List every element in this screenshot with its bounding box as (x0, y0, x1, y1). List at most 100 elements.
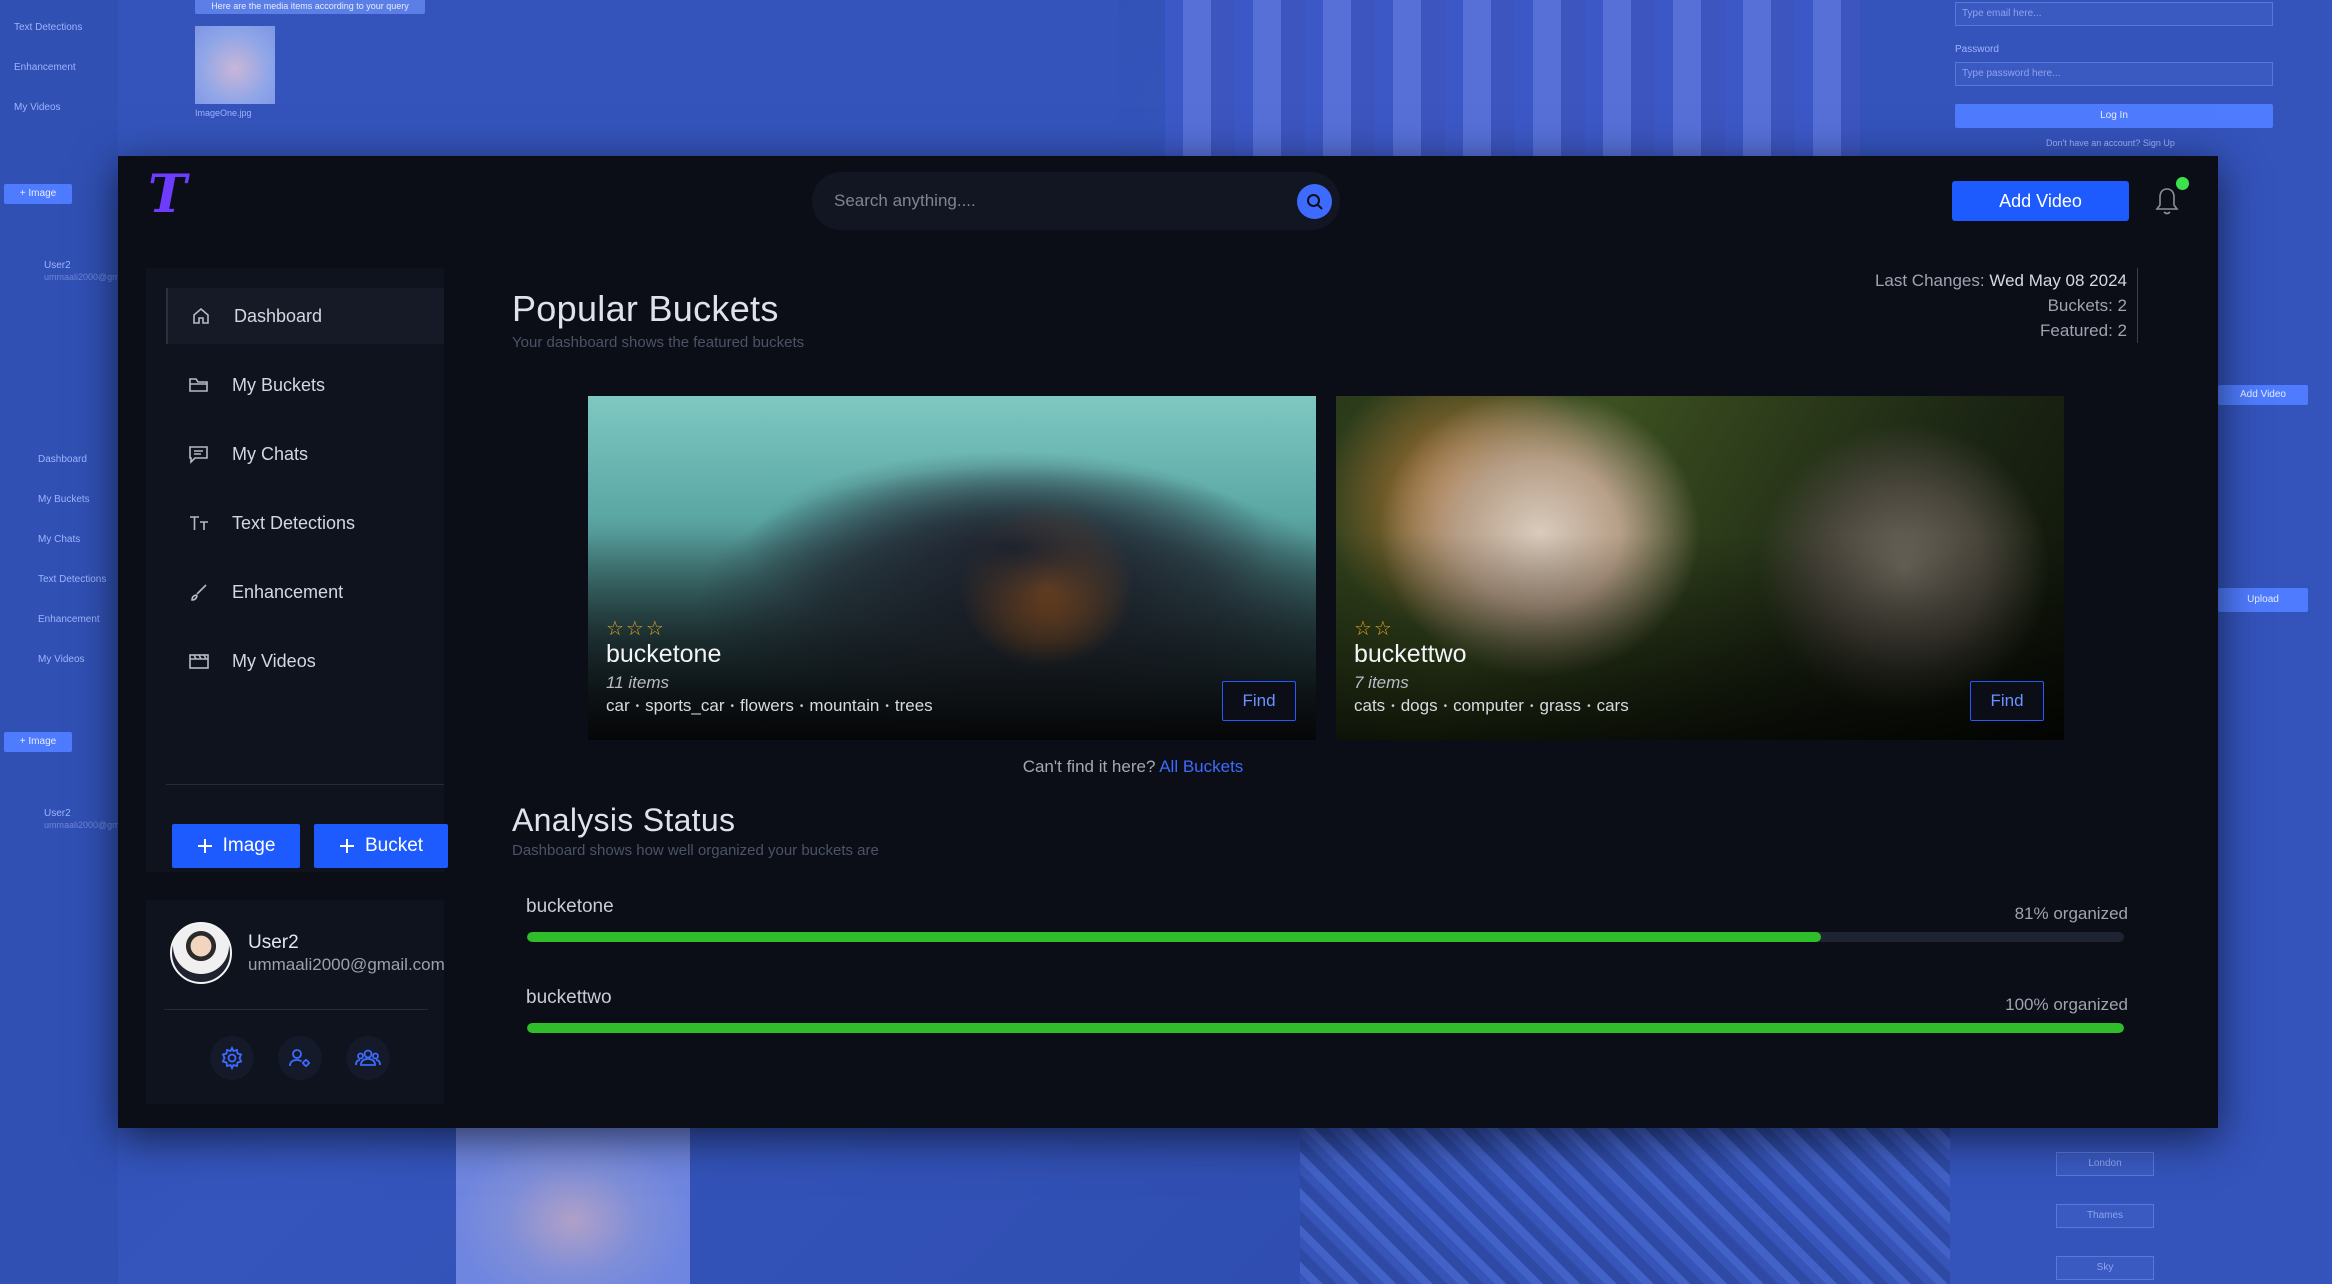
tag: cars (1596, 696, 1629, 715)
video-icon (188, 650, 210, 672)
settings-button[interactable] (210, 1036, 254, 1080)
cant-find-line: Can't find it here? All Buckets (488, 757, 1778, 777)
sidebar-item-my-buckets[interactable]: My Buckets (166, 357, 444, 413)
bg-nav-text: My Videos (14, 102, 61, 113)
sidebar-item-my-videos[interactable]: My Videos (166, 633, 444, 689)
card-shade (1336, 396, 2064, 740)
bucket-meta: Last Changes: Wed May 08 2024 Buckets: 2… (1875, 268, 2138, 343)
avatar[interactable] (170, 922, 232, 984)
progress-bar (527, 1023, 2124, 1033)
notification-dot (2176, 177, 2189, 190)
sidebar-item-label: My Buckets (232, 374, 326, 395)
bucket-card-bucketone[interactable]: ☆☆☆ bucketone 11 items car sports_car fl… (588, 396, 1316, 740)
bg-user-name: User2 (44, 808, 71, 819)
tag: dogs (1401, 696, 1447, 716)
add-bucket-button[interactable]: Bucket (314, 824, 448, 868)
tag: sports_car (645, 696, 734, 716)
bg-signup-prompt: Don't have an account? Sign Up (2046, 138, 2175, 148)
tag: car (606, 696, 639, 716)
bg-thumbnail-caption: ImageOne.jpg (195, 108, 252, 118)
bg-nav-text: My Buckets (38, 494, 90, 505)
bar-percent: 100% organized (2005, 995, 2128, 1014)
last-changes: Last Changes: Wed May 08 2024 (1874, 271, 2127, 290)
bg-image-button: + Image (4, 732, 72, 752)
buckets-count: Buckets: 2 (2047, 296, 2127, 315)
bg-nav-text: Text Detections (38, 574, 107, 585)
popular-subtitle: Your dashboard shows the featured bucket… (512, 334, 805, 351)
bg-tag: Sky (2056, 1256, 2154, 1280)
progress-bar (527, 932, 2124, 942)
chat-icon (188, 443, 210, 465)
add-image-button[interactable]: Image (172, 824, 300, 868)
add-bucket-label: Bucket (364, 835, 424, 856)
tag: flowers (740, 696, 803, 716)
tag: cats (1354, 696, 1395, 716)
find-button[interactable]: Find (1222, 681, 1296, 721)
cant-find-text: Can't find it here? (1022, 757, 1156, 776)
card-item-count: 7 items (1354, 673, 1409, 692)
bg-tag: London (2056, 1152, 2154, 1176)
bg-password-input: Type password here... (1955, 62, 2273, 86)
tag: trees (894, 696, 933, 715)
bg-password-label: Password (1955, 44, 1999, 55)
analysis-title: Analysis Status (512, 802, 736, 838)
sidebar-item-label: My Videos (232, 650, 316, 671)
card-tags: cats dogs computer grass cars (1354, 696, 1629, 716)
bg-email-input: Type email here... (1955, 2, 2273, 26)
card-item-count: 11 items (606, 673, 669, 692)
add-video-button[interactable]: Add Video (1952, 181, 2129, 221)
tag: grass (1539, 696, 1590, 716)
bg-login-button: Log In (1955, 104, 2273, 128)
sidebar-item-my-chats[interactable]: My Chats (166, 426, 444, 482)
star-rating: ☆☆ (1354, 618, 1394, 640)
sidebar-item-label: Text Detections (232, 512, 356, 533)
brush-icon (188, 581, 210, 603)
app-window: T Add Video Dashboard My Buckets My Chat… (118, 156, 2218, 1128)
user-panel: User2 ummaali2000@gmail.com (146, 900, 445, 1104)
user-settings-button[interactable] (278, 1036, 322, 1080)
tag: computer (1453, 696, 1533, 716)
card-title: bucketone (606, 640, 722, 668)
bg-thumbnail (195, 26, 275, 104)
sidebar-item-text-detections[interactable]: Text Detections (166, 495, 444, 551)
plus-icon (339, 839, 354, 853)
bg-nav-text: Text Detections (14, 22, 83, 33)
bar-percent: 81% organized (2014, 904, 2128, 923)
sidebar: Dashboard My Buckets My Chats Text Detec… (146, 268, 448, 872)
tag: mountain (809, 696, 888, 716)
analysis-subtitle: Dashboard shows how well organized your … (512, 842, 879, 859)
search-input[interactable] (834, 172, 1254, 230)
sidebar-item-dashboard[interactable]: Dashboard (166, 288, 444, 344)
bg-image-button: + Image (4, 184, 72, 204)
star-rating: ☆☆☆ (606, 618, 666, 640)
add-image-label: Image (222, 835, 276, 856)
settings-icon (221, 1046, 243, 1070)
app-logo[interactable]: T (148, 169, 194, 221)
find-button[interactable]: Find (1970, 681, 2044, 721)
search-button[interactable] (1297, 184, 1332, 219)
bg-nav-text: Enhancement (38, 614, 100, 625)
group-icon (355, 1049, 381, 1066)
bg-user-name: User2 (44, 260, 71, 271)
bell-icon[interactable] (2154, 186, 2180, 216)
popular-title: Popular Buckets (512, 288, 779, 329)
group-button[interactable] (346, 1036, 390, 1080)
bg-upload-button: Upload (2218, 588, 2308, 612)
card-tags: car sports_car flowers mountain trees (606, 696, 933, 716)
progress-fill (527, 932, 1821, 942)
user-name: User2 (248, 932, 299, 953)
all-buckets-link[interactable]: All Buckets (1159, 757, 1243, 776)
home-icon (190, 305, 212, 327)
bg-tag: Thames (2056, 1204, 2154, 1228)
bg-city-image (1300, 1126, 1950, 1284)
card-title: buckettwo (1354, 640, 1467, 668)
bucket-card-buckettwo[interactable]: ☆☆ buckettwo 7 items cats dogs computer … (1336, 396, 2064, 740)
folder-icon (188, 374, 210, 396)
featured-count: Featured: 2 (2040, 321, 2127, 340)
bg-nav-text: My Videos (38, 654, 85, 665)
sidebar-item-label: My Chats (232, 443, 309, 464)
sidebar-item-enhancement[interactable]: Enhancement (166, 564, 444, 620)
bar-label: bucketone (526, 896, 614, 917)
sidebar-item-label: Dashboard (234, 305, 323, 326)
sidebar-divider (166, 784, 444, 785)
